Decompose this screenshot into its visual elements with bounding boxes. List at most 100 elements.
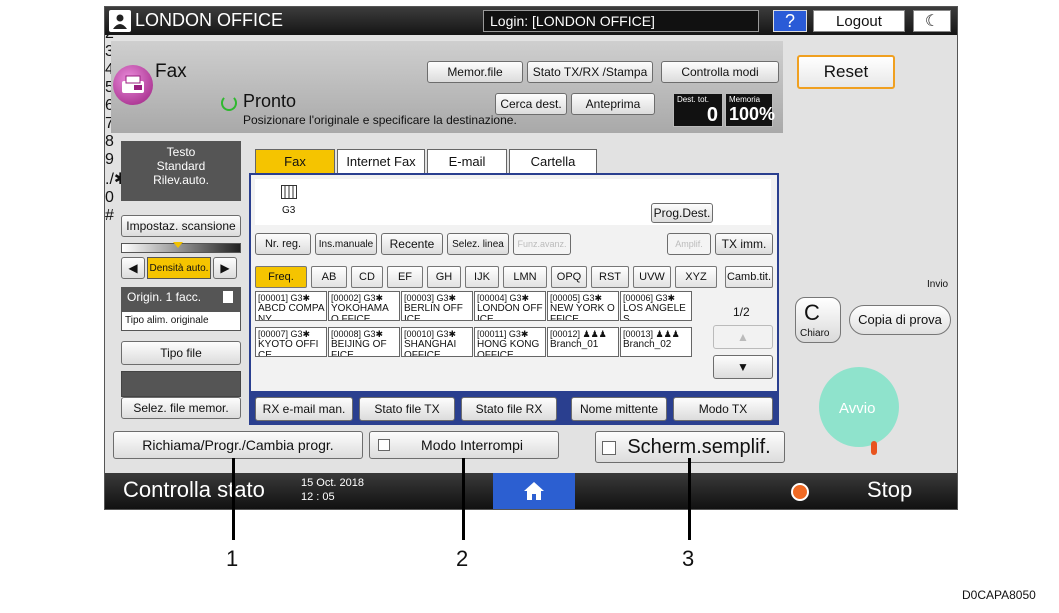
logout-button[interactable]: Logout <box>813 10 905 32</box>
status-message: Posizionare l'originale e specificare la… <box>243 113 517 127</box>
page-down-button[interactable]: ▼ <box>713 355 773 379</box>
contact-button[interactable]: [00001] G3✱ ABCD COMPA NY <box>255 291 327 321</box>
contact-button[interactable]: [00012] ♟♟♟ Branch_01 <box>547 327 619 357</box>
index-tab-lmn[interactable]: LMN <box>503 266 547 288</box>
moon-icon[interactable]: ☾ <box>913 10 951 32</box>
modo-interrompi-label: Modo Interrompi <box>421 437 523 453</box>
index-tab-uvw[interactable]: UVW <box>633 266 671 288</box>
contact-button[interactable]: [00008] G3✱ BEIJING OF FICE <box>328 327 400 357</box>
login-text: Login: [LONDON OFFICE] <box>490 13 655 29</box>
index-tab-cambtit[interactable]: Camb.tit. <box>725 266 773 288</box>
density-decrease-button[interactable]: ◀ <box>121 257 145 279</box>
tipo-alim-button[interactable]: Tipo alim. originale <box>121 311 241 331</box>
nome-mittente-button[interactable]: Nome mittente <box>571 397 667 421</box>
page-indicator: 1/2 <box>733 305 750 319</box>
density-increase-button[interactable]: ▶ <box>213 257 237 279</box>
tab-internet-fax[interactable]: Internet Fax <box>337 149 425 173</box>
controlla-modi-button[interactable]: Controlla modi <box>661 61 779 83</box>
impostaz-scansione-button[interactable]: Impostaz. scansione <box>121 215 241 237</box>
time-label: 12 : 05 <box>301 491 335 503</box>
densita-auto-button[interactable]: Densità auto. <box>147 257 211 279</box>
contact-code: [00008] G3✱ <box>331 329 384 339</box>
line-type-label: G3 <box>282 205 296 216</box>
contact-name: BEIJING OF FICE <box>331 339 387 357</box>
index-tab-opq[interactable]: OPQ <box>551 266 587 288</box>
contact-button[interactable]: [00006] G3✱ LOS ANGELE S <box>620 291 692 321</box>
selez-file-memor-button[interactable]: Selez. file memor. <box>121 397 241 419</box>
index-tab-ab[interactable]: AB <box>311 266 347 288</box>
scan-settings-display[interactable]: Testo Standard Rilev.auto. <box>121 141 241 201</box>
contact-code: [00003] G3✱ <box>404 293 457 303</box>
callout-label-1: 1 <box>226 546 239 571</box>
prog-dest-button[interactable]: Prog.Dest. <box>651 203 713 223</box>
contact-code: [00006] G3✱ <box>623 293 676 303</box>
ins-manuale-button[interactable]: Ins.manuale <box>315 233 377 255</box>
recente-button[interactable]: Recente <box>381 233 443 255</box>
origin-label: Origin. 1 facc. <box>127 290 202 304</box>
contact-name: Branch_02 <box>623 339 672 350</box>
selez-linea-button[interactable]: Selez. linea <box>447 233 509 255</box>
contact-name: LONDON OFF ICE <box>477 303 543 321</box>
stato-tx-rx-button[interactable]: Stato TX/RX /Stampa <box>527 61 653 83</box>
contact-button[interactable]: [00011] G3✱ HONG KONG OFFICE <box>474 327 546 357</box>
index-tab-ijk[interactable]: IJK <box>465 266 499 288</box>
index-tab-freq[interactable]: Freq. <box>255 266 307 288</box>
tab-fax[interactable]: Fax <box>255 149 335 173</box>
home-button[interactable] <box>493 473 575 509</box>
callout-label-3: 3 <box>682 546 695 571</box>
device-screen: LONDON OFFICE Login: [LONDON OFFICE] ? L… <box>104 6 958 510</box>
contact-button[interactable]: [00004] G3✱ LONDON OFF ICE <box>474 291 546 321</box>
contact-name: NEW YORK O FFICE <box>550 303 615 321</box>
modo-tx-button[interactable]: Modo TX <box>673 397 773 421</box>
index-tab-ef[interactable]: EF <box>387 266 423 288</box>
invio-label: Invio <box>927 279 949 290</box>
scherm-semplif-checkbox <box>602 441 616 455</box>
memory-box: Memoria 100% <box>725 93 775 127</box>
memor-file-button[interactable]: Memor.file <box>427 61 523 83</box>
clear-button[interactable]: C Chiaro <box>795 297 841 343</box>
contact-button[interactable]: [00005] G3✱ NEW YORK O FFICE <box>547 291 619 321</box>
dest-total-box: Dest. tot. 0 <box>673 93 723 127</box>
rx-email-man-button[interactable]: RX e-mail man. <box>255 397 353 421</box>
richiama-progr-button[interactable]: Richiama/Progr./Cambia progr. <box>113 431 363 459</box>
controlla-stato-button[interactable]: Controlla stato <box>123 477 265 503</box>
contact-code: [00013] ♟♟♟ <box>623 329 680 339</box>
modo-interrompi-button[interactable]: Modo Interrompi <box>369 431 559 459</box>
tab-email[interactable]: E-mail <box>427 149 507 173</box>
stop-button[interactable]: Stop <box>867 477 912 503</box>
copia-di-prova-button[interactable]: Copia di prova <box>849 305 951 335</box>
scan-line-1: Testo <box>166 145 196 159</box>
contact-name: YOKOHAMA O FFICE <box>331 303 389 321</box>
login-field[interactable]: Login: [LONDON OFFICE] <box>483 10 759 32</box>
index-tab-cd[interactable]: CD <box>351 266 383 288</box>
anteprima-button[interactable]: Anteprima <box>571 93 655 115</box>
index-tab-gh[interactable]: GH <box>427 266 461 288</box>
status-text: Pronto <box>243 91 297 111</box>
tx-imm-button[interactable]: TX imm. <box>715 233 773 255</box>
contact-button[interactable]: [00013] ♟♟♟ Branch_02 <box>620 327 692 357</box>
help-button[interactable]: ? <box>773 10 807 32</box>
user-icon <box>109 10 131 32</box>
tipo-file-button[interactable]: Tipo file <box>121 341 241 365</box>
callout-line-1 <box>232 458 235 540</box>
avvio-label: Avvio <box>839 400 876 417</box>
contact-button[interactable]: [00003] G3✱ BERLIN OFF ICE <box>401 291 473 321</box>
avvio-button[interactable]: Avvio <box>819 367 899 447</box>
index-tab-rst[interactable]: RST <box>591 266 629 288</box>
stato-file-rx-button[interactable]: Stato file RX <box>461 397 557 421</box>
index-tab-xyz[interactable]: XYZ <box>675 266 717 288</box>
nr-reg-button[interactable]: Nr. reg. <box>255 233 311 255</box>
contact-code: [00001] G3✱ <box>258 293 311 303</box>
tab-cartella[interactable]: Cartella <box>509 149 597 173</box>
contact-button[interactable]: [00010] G3✱ SHANGHAI OFFICE <box>401 327 473 357</box>
dest-total-label: Dest. tot. <box>677 95 710 104</box>
stato-file-tx-button[interactable]: Stato file TX <box>359 397 455 421</box>
contact-button[interactable]: [00002] G3✱ YOKOHAMA O FFICE <box>328 291 400 321</box>
chiaro-label: Chiaro <box>800 328 830 339</box>
reset-button[interactable]: Reset <box>797 55 895 89</box>
contact-code: [00012] ♟♟♟ <box>550 329 607 339</box>
page-up-button: ▲ <box>713 325 773 349</box>
avvio-indicator <box>871 441 877 455</box>
cerca-dest-button[interactable]: Cerca dest. <box>495 93 567 115</box>
contact-button[interactable]: [00007] G3✱ KYOTO OFFI CE <box>255 327 327 357</box>
